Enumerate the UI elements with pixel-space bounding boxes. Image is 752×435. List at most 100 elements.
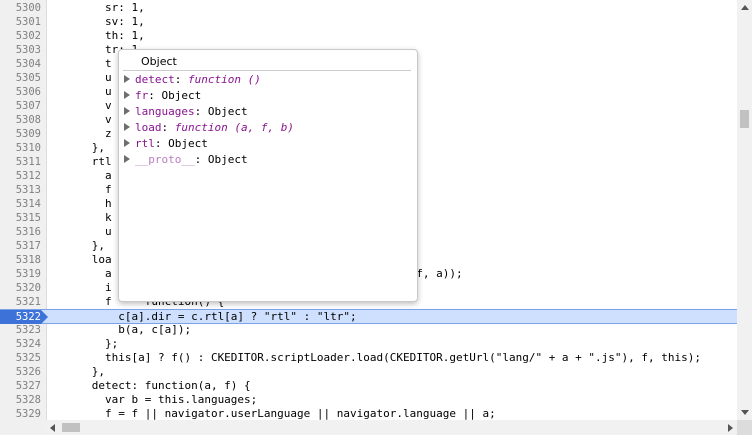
expand-triangle-icon[interactable] [124, 123, 130, 131]
horizontal-scrollbar[interactable] [46, 420, 737, 435]
code-line[interactable]: 5324 }; [0, 337, 737, 351]
code-line[interactable]: 5300 sr: 1, [0, 1, 737, 15]
property-separator: : [148, 89, 162, 102]
code-text: i [52, 281, 112, 294]
object-property[interactable]: rtl: Object [124, 136, 208, 152]
line-number[interactable]: 5306 [0, 85, 41, 99]
property-separator: : [154, 137, 169, 150]
line-number[interactable]: 5329 [0, 407, 41, 420]
code-text: loa [52, 253, 112, 266]
line-number[interactable]: 5301 [0, 15, 41, 29]
property-value: function () [188, 73, 261, 86]
object-property[interactable]: detect: function () [124, 72, 261, 88]
expand-triangle-icon[interactable] [124, 139, 130, 147]
line-number[interactable]: 5314 [0, 197, 41, 211]
object-property[interactable]: load: function (a, f, b) [124, 120, 294, 136]
line-number[interactable]: 5304 [0, 57, 41, 71]
code-line[interactable]: 5301 sv: 1, [0, 15, 737, 29]
object-property[interactable]: languages: Object [124, 104, 248, 120]
scrollbar-corner [737, 420, 752, 435]
code-text: }, [52, 239, 105, 252]
code-text: th: 1, [52, 29, 145, 42]
scroll-right-arrow-icon[interactable] [728, 424, 733, 432]
line-number[interactable]: 5311 [0, 155, 41, 169]
vertical-scrollbar[interactable] [737, 0, 752, 420]
line-number[interactable]: 5307 [0, 99, 41, 113]
line-number[interactable]: 5315 [0, 211, 41, 225]
code-text: t [52, 57, 112, 70]
line-number[interactable]: 5321 [0, 295, 41, 309]
line-number[interactable]: 5327 [0, 379, 41, 393]
code-text: u [52, 71, 112, 84]
property-name: fr [135, 89, 149, 102]
object-property[interactable]: __proto__: Object [124, 152, 248, 168]
expand-triangle-icon[interactable] [124, 107, 130, 115]
current-execution-line[interactable]: 5322 c[a].dir = c.rtl[a] ? "rtl" : "ltr"… [0, 309, 737, 324]
line-number[interactable]: 5308 [0, 113, 41, 127]
line-number[interactable]: 5324 [0, 337, 41, 351]
line-number[interactable]: 5319 [0, 267, 41, 281]
property-separator: : [174, 73, 188, 86]
code-text: sv: 1, [52, 15, 145, 28]
code-text: var b = this.languages; [52, 393, 258, 406]
property-name: detect [135, 73, 175, 86]
horizontal-scroll-thumb[interactable] [62, 423, 80, 432]
line-number[interactable]: 5328 [0, 393, 41, 407]
code-text: }, [52, 365, 105, 378]
line-number[interactable]: 5323 [0, 323, 41, 337]
object-property[interactable]: fr: Object [124, 88, 201, 104]
property-value: Object [168, 137, 208, 150]
line-number[interactable]: 5309 [0, 127, 41, 141]
property-name: languages [135, 105, 195, 118]
code-text: v [52, 113, 112, 126]
code-text: f = f || navigator.userLanguage || navig… [52, 407, 496, 420]
code-text: k [52, 211, 112, 224]
line-number[interactable]: 5313 [0, 183, 41, 197]
object-inspector-popover[interactable]: Object detect: function () fr: Object lang… [118, 49, 418, 302]
code-text: c[a].dir = c.rtl[a] ? "rtl" : "ltr"; [52, 310, 357, 323]
line-number[interactable]: 5325 [0, 351, 41, 365]
code-text: u [52, 85, 112, 98]
scroll-left-arrow-icon[interactable] [50, 424, 55, 432]
line-number[interactable]: 5322 [0, 310, 41, 324]
line-number[interactable]: 5300 [0, 1, 41, 15]
code-line[interactable]: 5327 detect: function(a, f) { [0, 379, 737, 393]
code-text: rtl [52, 155, 112, 168]
line-number[interactable]: 5310 [0, 141, 41, 155]
property-separator: : [194, 153, 208, 166]
line-number[interactable]: 5302 [0, 29, 41, 43]
property-value: Object [207, 153, 248, 166]
line-number[interactable]: 5316 [0, 225, 41, 239]
line-number[interactable]: 5326 [0, 365, 41, 379]
expand-triangle-icon[interactable] [124, 91, 130, 99]
code-line[interactable]: 5325 this[a] ? f() : CKEDITOR.scriptLoad… [0, 351, 737, 365]
line-number[interactable]: 5320 [0, 281, 41, 295]
property-value: Object [207, 105, 248, 118]
code-text: }, [52, 141, 105, 154]
code-text: detect: function(a, f) { [52, 379, 251, 392]
line-number[interactable]: 5318 [0, 253, 41, 267]
expand-triangle-icon[interactable] [124, 155, 130, 163]
code-text: v [52, 99, 112, 112]
scroll-down-arrow-icon[interactable] [741, 410, 749, 415]
line-number[interactable]: 5312 [0, 169, 41, 183]
property-separator: : [161, 121, 175, 134]
line-number[interactable]: 5317 [0, 239, 41, 253]
code-text: f [52, 183, 112, 196]
code-line[interactable]: 5302 th: 1, [0, 29, 737, 43]
code-line[interactable]: 5326 }, [0, 365, 737, 379]
vertical-scroll-thumb[interactable] [740, 110, 749, 128]
code-text: u [52, 225, 112, 238]
scroll-up-arrow-icon[interactable] [741, 5, 749, 10]
code-text: sr: 1, [52, 1, 145, 14]
line-number[interactable]: 5305 [0, 71, 41, 85]
code-line[interactable]: 5329 f = f || navigator.userLanguage || … [0, 407, 737, 420]
code-line[interactable]: 5323 b(a, c[a]); [0, 323, 737, 337]
code-text: this[a] ? f() : CKEDITOR.scriptLoader.lo… [52, 351, 702, 364]
code-text: a [52, 169, 112, 182]
execution-arrow-icon [41, 310, 48, 324]
line-number[interactable]: 5303 [0, 43, 41, 57]
property-separator: : [194, 105, 208, 118]
expand-triangle-icon[interactable] [124, 75, 130, 83]
code-line[interactable]: 5328 var b = this.languages; [0, 393, 737, 407]
